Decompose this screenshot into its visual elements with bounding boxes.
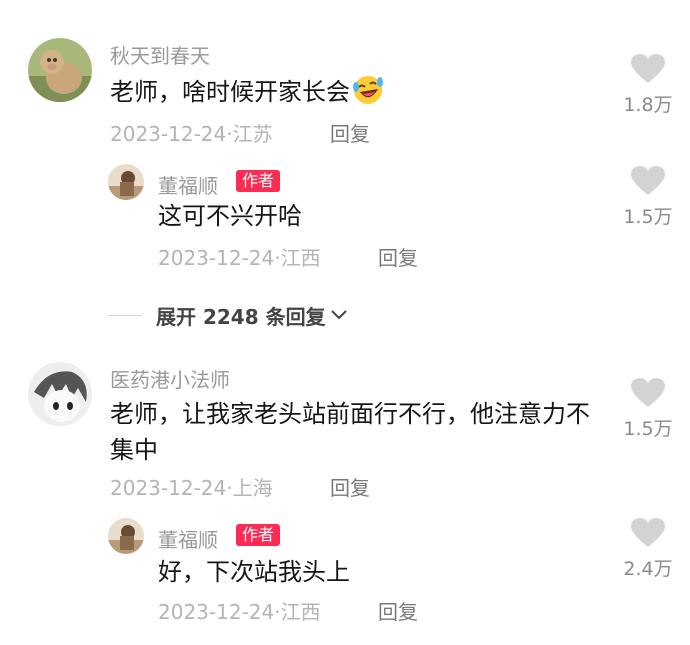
avatar[interactable] (108, 518, 144, 554)
comment-username[interactable]: 秋天到春天 (110, 40, 210, 69)
like-button[interactable]: 1.5万 (618, 378, 678, 441)
heart-icon (631, 54, 665, 83)
heart-icon (631, 378, 665, 407)
comment-location: 上海 (232, 476, 273, 500)
reply-location: 江西 (280, 600, 321, 624)
like-button[interactable]: 1.5万 (618, 166, 678, 229)
reply-button[interactable]: 回复 (378, 596, 418, 625)
comment-date: 2023-12-24 (110, 476, 227, 500)
like-count: 1.8万 (623, 94, 673, 116)
reply-date: 2023-12-24 (158, 246, 275, 270)
reply-meta: 2023-12-24·江西 (158, 596, 321, 625)
reply-meta: 2023-12-24·江西 (158, 242, 321, 271)
reply-username[interactable]: 董福顺 (158, 170, 218, 199)
author-badge: 作者 (236, 170, 281, 192)
like-count: 1.5万 (623, 418, 673, 440)
comment-text-body: 老师，啥时候开家长会 (110, 78, 350, 106)
reply-button[interactable]: 回复 (330, 118, 370, 147)
heart-icon (631, 166, 665, 195)
comment-location: 江苏 (232, 122, 273, 146)
reply-date: 2023-12-24 (158, 600, 275, 624)
author-badge: 作者 (236, 524, 281, 546)
like-button[interactable]: 2.4万 (618, 518, 678, 581)
anime-avatar-icon (28, 362, 92, 426)
author-avatar-icon (108, 164, 144, 200)
avatar[interactable] (28, 38, 92, 102)
comment-date: 2023-12-24 (110, 122, 227, 146)
comment-meta: 2023-12-24·江苏 (110, 118, 273, 147)
reply-button[interactable]: 回复 (378, 242, 418, 271)
reply-location: 江西 (280, 246, 321, 270)
author-avatar-icon (108, 518, 144, 554)
expand-replies-label: 展开 2248 条回复 (156, 304, 326, 329)
reply-button[interactable]: 回复 (330, 472, 370, 501)
comment-text: 老师，啥时候开家长会 (110, 74, 384, 110)
reply-username[interactable]: 董福顺 (158, 524, 218, 553)
avatar[interactable] (108, 164, 144, 200)
monkey-avatar-icon (28, 38, 92, 102)
comment-meta: 2023-12-24·上海 (110, 472, 273, 501)
reply-text: 好，下次站我头上 (158, 558, 350, 586)
laughing-tears-emoji-icon (353, 76, 383, 104)
like-button[interactable]: 1.8万 (618, 54, 678, 117)
like-count: 2.4万 (623, 558, 673, 580)
chevron-down-icon (330, 310, 347, 320)
heart-icon (631, 518, 665, 547)
avatar[interactable] (28, 362, 92, 426)
comment-text: 老师，让我家老头站前面行不行，他注意力不集中 (110, 400, 590, 464)
divider-line (108, 314, 142, 316)
comment-username[interactable]: 医药港小法师 (110, 364, 230, 393)
expand-replies-button[interactable]: 展开 2248 条回复 (108, 300, 348, 330)
like-count: 1.5万 (623, 206, 673, 228)
reply-text: 这可不兴开哈 (158, 202, 302, 230)
